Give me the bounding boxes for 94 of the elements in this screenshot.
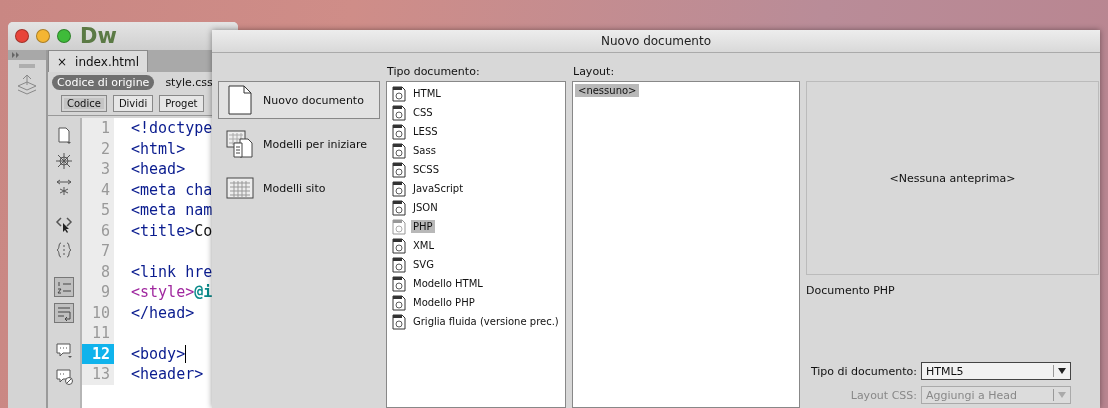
- document-type-item[interactable]: Modello PHP: [411, 296, 477, 309]
- code-line: <meta cha: [131, 180, 213, 199]
- code-file-icon: [392, 237, 406, 254]
- minimize-button[interactable]: [36, 29, 50, 43]
- code-file-icon: [392, 275, 406, 292]
- category-label: Modelli per iniziare: [263, 137, 368, 151]
- line-number: 12: [82, 343, 114, 364]
- line-number: 6: [82, 220, 114, 241]
- list-label: Layout:: [573, 65, 616, 80]
- document-type-item[interactable]: JSON: [411, 201, 440, 214]
- document-type-item[interactable]: Griglia fluida (versione prec.): [411, 315, 561, 328]
- asterisk-icon[interactable]: [55, 152, 73, 170]
- dropdown-arrow-icon: [1058, 392, 1066, 398]
- code-line: <style>@i: [131, 283, 213, 302]
- line-number: 2: [82, 138, 114, 159]
- document-type-item[interactable]: SCSS: [411, 163, 442, 176]
- related-file-button[interactable]: Codice di origine: [52, 75, 155, 90]
- code-file-icon: [392, 85, 406, 102]
- view-button[interactable]: Dividi: [112, 95, 154, 112]
- field-label: Tipo di documento:: [810, 364, 917, 378]
- list-label: Tipo documento:: [387, 65, 481, 80]
- line-number: 13: [82, 364, 114, 385]
- description-text: Documento PHP: [806, 284, 896, 297]
- code-file-icon: [392, 313, 406, 330]
- braces-icon[interactable]: [55, 241, 73, 259]
- line-number: 3: [82, 159, 114, 180]
- app-logo: Dw: [80, 24, 117, 48]
- document-type-item[interactable]: SVG: [411, 258, 436, 271]
- zoom-button[interactable]: [57, 29, 71, 43]
- line-number: 7: [82, 241, 114, 262]
- templates-icon: [226, 129, 254, 159]
- line-number: 10: [82, 302, 114, 323]
- code-line: </head>: [131, 303, 195, 322]
- code-file-icon: [392, 199, 406, 216]
- code-line: <title>Co: [131, 221, 213, 240]
- document-type-item[interactable]: LESS: [411, 125, 440, 138]
- layout-item[interactable]: <nessuno>: [575, 84, 640, 97]
- code-line: <link hre: [131, 262, 213, 281]
- expand-icon[interactable]: [12, 52, 20, 58]
- category-item[interactable]: Modelli sito: [218, 169, 380, 207]
- code-line: <meta nam: [131, 201, 213, 220]
- view-button[interactable]: Proget: [159, 95, 204, 112]
- dropdown-arrow-icon: [1058, 368, 1066, 374]
- code-line: <head>: [131, 160, 186, 179]
- dialog-title: Nuovo documento: [212, 30, 1100, 53]
- code-file-icon: [392, 256, 406, 273]
- preview-text: <Nessuna anteprima>: [889, 171, 1016, 185]
- tab-label: index.html: [75, 54, 140, 69]
- code-file-icon: [392, 104, 406, 121]
- code-line: <html>: [131, 139, 186, 158]
- line-number: 4: [82, 179, 114, 200]
- code-file-icon: [392, 123, 406, 140]
- code-line: <header>: [131, 365, 204, 384]
- code-line: <!doctype: [131, 119, 213, 138]
- code-file-icon: [392, 142, 406, 159]
- line-number: 11: [82, 323, 114, 344]
- word-wrap-icon[interactable]: [55, 304, 73, 322]
- field-label: Layout CSS:: [850, 388, 917, 402]
- code-file-icon: [392, 161, 406, 178]
- grip-icon[interactable]: [19, 64, 35, 68]
- document-type-item[interactable]: CSS: [411, 106, 435, 119]
- comment-icon[interactable]: [55, 341, 73, 359]
- layers-icon[interactable]: [16, 73, 38, 95]
- category-label: Nuovo documento: [263, 93, 364, 107]
- document-type-item[interactable]: PHP: [411, 220, 435, 233]
- file-tab[interactable]: × index.html: [48, 50, 149, 72]
- document-type-item[interactable]: Modello HTML: [411, 277, 485, 290]
- code-file-icon: [392, 180, 406, 197]
- view-button[interactable]: Codice: [61, 95, 107, 112]
- text-cursor: [185, 344, 187, 363]
- document-type-item[interactable]: JavaScript: [411, 182, 466, 195]
- grid-icon: [226, 177, 254, 199]
- file-icon[interactable]: [55, 126, 73, 144]
- code-file-icon: [392, 218, 406, 235]
- page-icon: [226, 85, 254, 115]
- close-button[interactable]: [15, 29, 29, 43]
- line-number: 1: [82, 118, 114, 139]
- code-file-icon: [392, 294, 406, 311]
- code-line: <body>: [131, 344, 187, 363]
- line-number: 5: [82, 200, 114, 221]
- category-item[interactable]: Nuovo documento: [218, 81, 380, 119]
- document-type-item[interactable]: Sass: [411, 144, 438, 157]
- line-number: 9: [82, 282, 114, 303]
- category-item[interactable]: Modelli per iniziare: [218, 125, 380, 163]
- dropdown[interactable]: HTML5: [921, 362, 1071, 380]
- uncomment-icon[interactable]: [55, 367, 73, 385]
- document-type-item[interactable]: HTML: [411, 87, 443, 100]
- document-type-item[interactable]: XML: [411, 239, 437, 252]
- cursor-tag-icon[interactable]: [55, 215, 73, 233]
- category-label: Modelli sito: [263, 181, 326, 195]
- expand-icon[interactable]: [55, 178, 73, 196]
- line-number: 8: [82, 261, 114, 282]
- close-tab-button[interactable]: ×: [57, 54, 68, 69]
- line-numbers-icon[interactable]: [55, 278, 73, 296]
